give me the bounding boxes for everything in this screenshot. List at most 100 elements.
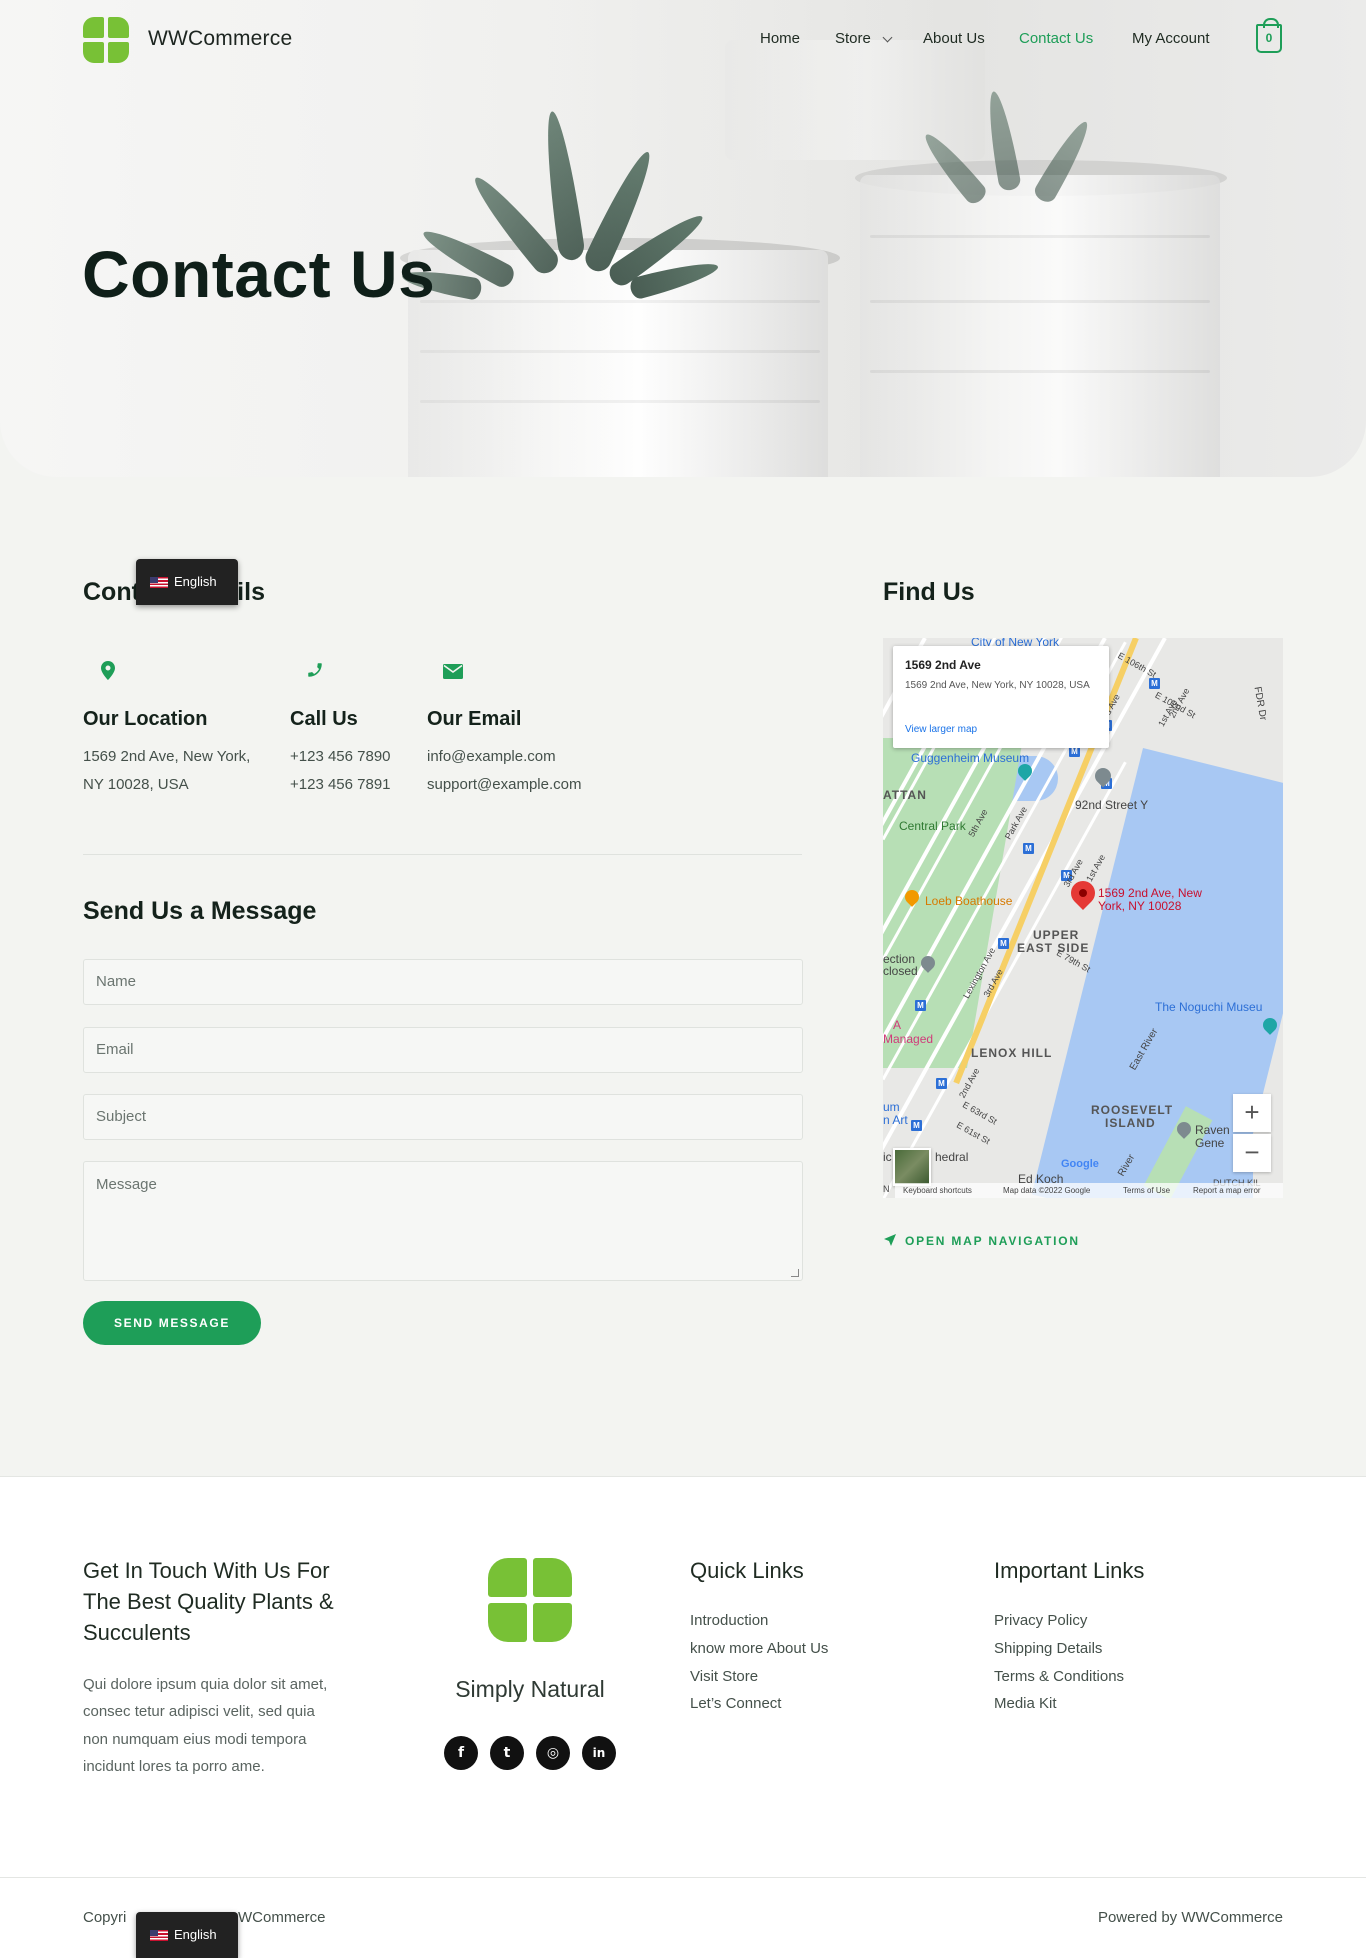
phone-number[interactable]: +123 456 7890	[290, 743, 391, 771]
site-header: WWCommerce Home Store About Us Contact U…	[0, 0, 1366, 80]
map-label: ROOSEVELT	[1091, 1103, 1174, 1117]
nav-about-us[interactable]: About Us	[923, 30, 985, 47]
map-label: Loeb Boathouse	[925, 894, 1013, 908]
zoom-out-button[interactable]: −	[1233, 1134, 1271, 1172]
cart-icon[interactable]: 0	[1256, 18, 1282, 53]
send-message-button[interactable]: SEND MESSAGE	[83, 1301, 261, 1345]
footer-link-connect[interactable]: Let’s Connect	[690, 1695, 781, 1712]
map-label: A	[893, 1018, 902, 1032]
important-links-heading: Important Links	[994, 1558, 1145, 1583]
language-label: English	[174, 574, 217, 589]
location-line: NY 10028, USA	[83, 776, 189, 793]
quick-links-heading: Quick Links	[690, 1558, 804, 1583]
copyright-text: WCommerce	[238, 1909, 326, 1926]
zoom-in-button[interactable]: +	[1233, 1094, 1271, 1132]
map-label: Gene	[1195, 1136, 1225, 1150]
metro-icon: M	[998, 938, 1009, 949]
envelope-icon	[443, 664, 463, 679]
map-data-text: Map data ©2022 Google	[1003, 1186, 1091, 1195]
nav-my-account[interactable]: My Account	[1132, 30, 1210, 47]
report-map-error-link[interactable]: Report a map error	[1193, 1186, 1261, 1195]
keyboard-shortcuts-link[interactable]: Keyboard shortcuts	[903, 1186, 972, 1195]
email-field[interactable]: Email	[83, 1027, 803, 1073]
map-label: Raven	[1195, 1123, 1230, 1137]
footer-description: non numquam eius modi tempora	[83, 1731, 307, 1748]
footer-divider	[0, 1877, 1366, 1878]
subject-field[interactable]: Subject	[83, 1094, 803, 1140]
map-label: E 63rd St	[960, 1099, 999, 1127]
message-placeholder: Message	[96, 1176, 157, 1193]
map-label: Central Park	[899, 819, 966, 833]
footer-tagline: Get In Touch With Us For	[83, 1558, 330, 1583]
logo-icon[interactable]	[83, 17, 129, 63]
message-form-heading: Send Us a Message	[83, 897, 317, 925]
view-larger-map-link[interactable]: View larger map	[905, 724, 977, 735]
map-label: FDR Dr	[1251, 685, 1269, 722]
map-label: ic	[883, 1150, 892, 1164]
footer-logo-icon[interactable]	[488, 1558, 572, 1642]
resize-handle-icon[interactable]	[791, 1269, 799, 1277]
linkedin-icon[interactable]: in	[582, 1736, 616, 1770]
metro-icon: M	[936, 1078, 947, 1089]
footer-description: consec tetur adipisci velit, sed quia	[83, 1703, 315, 1720]
footer-logo-caption: Simply Natural	[455, 1676, 605, 1702]
find-us-heading: Find Us	[883, 578, 975, 606]
map-label: The Noguchi Museu	[1155, 1000, 1263, 1014]
map-label: 1st Ave	[1084, 852, 1108, 884]
map-label: N	[883, 1184, 890, 1194]
navigation-arrow-icon[interactable]	[883, 1233, 897, 1247]
map-label: n Art	[883, 1113, 908, 1127]
us-flag-icon	[150, 1930, 168, 1941]
info-address: 1569 2nd Ave, New York, NY 10028, USA	[905, 680, 1090, 691]
chevron-down-icon[interactable]	[882, 32, 893, 43]
open-map-navigation-link[interactable]: OPEN MAP NAVIGATION	[905, 1234, 1080, 1248]
terms-of-use-link[interactable]: Terms of Use	[1123, 1186, 1170, 1195]
twitter-icon[interactable]: t	[490, 1736, 524, 1770]
call-us-title: Call Us	[290, 708, 358, 730]
instagram-icon[interactable]: ◎	[536, 1736, 570, 1770]
language-switcher[interactable]: English	[136, 1912, 238, 1958]
satellite-toggle[interactable]	[893, 1148, 931, 1186]
name-field[interactable]: Name	[83, 959, 803, 1005]
map-footer: Keyboard shortcuts Map data ©2022 Google…	[895, 1183, 1283, 1198]
section-divider	[83, 854, 802, 855]
map-label: EAST SIDE	[1017, 941, 1090, 955]
phone-number[interactable]: +123 456 7891	[290, 771, 391, 799]
us-flag-icon	[150, 577, 168, 588]
metro-icon: M	[915, 1000, 926, 1011]
footer-link-shipping[interactable]: Shipping Details	[994, 1640, 1102, 1657]
nav-home[interactable]: Home	[760, 30, 800, 47]
info-title: 1569 2nd Ave	[905, 658, 981, 672]
powered-by-text: Powered by WWCommerce	[1097, 1909, 1283, 1926]
footer-link-privacy[interactable]: Privacy Policy	[994, 1612, 1087, 1629]
map-label: UPPER	[1033, 928, 1080, 942]
map-label: um	[883, 1100, 900, 1114]
email-address[interactable]: info@example.com	[427, 743, 556, 771]
facebook-icon[interactable]: f	[444, 1736, 478, 1770]
pin-label: 1569 2nd Ave, New York, NY 10028	[1098, 886, 1202, 913]
footer-description: incidunt lores ta porro ame.	[83, 1758, 265, 1775]
footer-tagline: Succulents	[83, 1620, 191, 1645]
footer-description: Qui dolore ipsum quia dolor sit amet,	[83, 1676, 328, 1693]
nav-store[interactable]: Store	[835, 30, 871, 47]
language-switcher[interactable]: English	[136, 559, 238, 605]
footer-link-media-kit[interactable]: Media Kit	[994, 1695, 1057, 1712]
map-label: Managed	[883, 1032, 934, 1046]
metro-icon: M	[1023, 843, 1034, 854]
footer-link-about[interactable]: know more About Us	[690, 1640, 828, 1657]
footer-link-store[interactable]: Visit Store	[690, 1668, 758, 1685]
location-title: Our Location	[83, 708, 208, 730]
map-label: Guggenheim Museum	[911, 751, 1030, 765]
map-pin-icon	[101, 661, 115, 680]
footer-link-introduction[interactable]: Introduction	[690, 1612, 768, 1629]
phone-icon	[308, 663, 322, 677]
nav-contact-us[interactable]: Contact Us	[1019, 30, 1093, 47]
map-label: E 61st St	[954, 1119, 992, 1147]
google-logo: Google	[1061, 1158, 1099, 1170]
message-field[interactable]: Message	[83, 1161, 803, 1281]
brand-name[interactable]: WWCommerce	[148, 27, 292, 51]
footer-link-terms[interactable]: Terms & Conditions	[994, 1668, 1124, 1685]
email-address[interactable]: support@example.com	[427, 771, 581, 799]
map-label: closed	[883, 964, 918, 978]
metro-icon: M	[911, 1120, 922, 1131]
